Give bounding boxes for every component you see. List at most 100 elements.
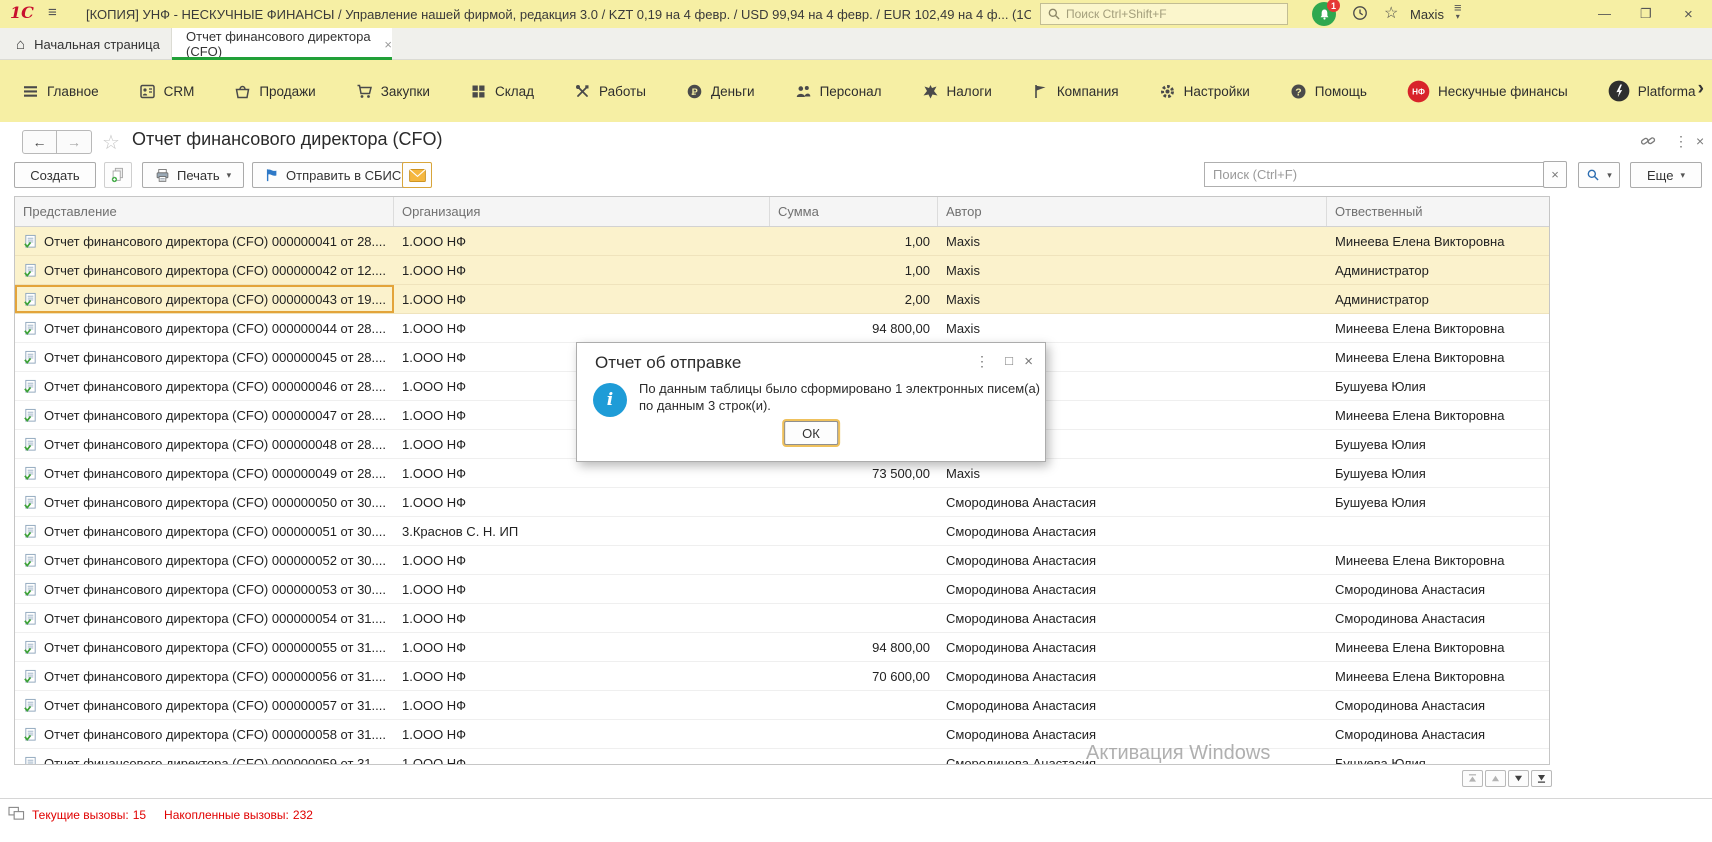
go-previous-button[interactable] — [1485, 770, 1506, 787]
table-row[interactable]: Отчет финансового директора (CFO) 000000… — [15, 749, 1549, 764]
form-close-icon[interactable]: × — [1696, 133, 1704, 149]
tab-cfo-report[interactable]: Отчет финансового директора (CFO) × — [172, 28, 392, 60]
svg-text:Р: Р — [692, 86, 698, 96]
ribbon-item-personnel[interactable]: Персонал — [795, 83, 882, 100]
ribbon-item-sales[interactable]: Продажи — [234, 83, 315, 100]
table-row[interactable]: Отчет финансового директора (CFO) 000000… — [15, 227, 1549, 256]
history-icon[interactable] — [1352, 5, 1368, 21]
ribbon-item-crm[interactable]: CRM — [139, 83, 195, 100]
ribbon-item-company[interactable]: Компания — [1032, 83, 1119, 100]
table-row[interactable]: Отчет финансового директора (CFO) 000000… — [15, 575, 1549, 604]
column-header[interactable]: Отвественный — [1327, 197, 1549, 226]
table-row[interactable]: Отчет финансового директора (CFO) 000000… — [15, 517, 1549, 546]
dialog-maximize-icon[interactable]: □ — [1005, 353, 1013, 368]
money-icon: Р — [686, 83, 703, 100]
service-menu-icon[interactable]: ≡▾ — [1454, 3, 1462, 21]
cell-responsible: Бушуева Юлия — [1327, 372, 1549, 400]
table-row[interactable]: Отчет финансового директора (CFO) 000000… — [15, 633, 1549, 662]
report-doc-icon — [23, 669, 38, 684]
dialog-kebab-icon[interactable]: ⋮ — [975, 353, 989, 370]
tab-close-icon[interactable]: × — [384, 37, 392, 52]
ribbon-item-nf[interactable]: НФНескучные финансы — [1407, 80, 1568, 103]
notifications-button[interactable]: 1 — [1312, 2, 1336, 26]
close-icon[interactable]: × — [1684, 6, 1693, 23]
section-ribbon: Главное CRM Продажи Закупки Склад Работы РДень… — [0, 60, 1712, 122]
column-header[interactable]: Представление — [15, 197, 394, 226]
cell-representation: Отчет финансового директора (CFO) 000000… — [44, 350, 386, 365]
ribbon-item-taxes[interactable]: Налоги — [922, 83, 992, 100]
ribbon-item-main[interactable]: Главное — [22, 83, 99, 100]
cell-representation: Отчет финансового директора (CFO) 000000… — [44, 553, 386, 568]
dialog-close-icon[interactable]: × — [1024, 353, 1033, 370]
ribbon-item-settings[interactable]: Настройки — [1159, 83, 1250, 100]
column-header[interactable]: Сумма — [770, 197, 938, 226]
create-button[interactable]: Создать — [14, 162, 96, 188]
cell-representation: Отчет финансового директора (CFO) 000000… — [44, 437, 386, 452]
search-icon — [1047, 7, 1061, 21]
cell-organization: 1.ООО НФ — [394, 662, 770, 690]
form-kebab-icon[interactable]: ⋮ — [1674, 133, 1688, 150]
cell-organization: 3.Краснов С. Н. ИП — [394, 517, 770, 545]
cell-author: Maxis — [938, 314, 1327, 342]
cell-author: Смородинова Анастасия — [938, 720, 1327, 748]
ribbon-item-works[interactable]: Работы — [574, 83, 646, 100]
sbis-icon — [265, 168, 279, 182]
global-search-input[interactable] — [1066, 7, 1281, 21]
go-last-button[interactable] — [1531, 770, 1552, 787]
tab-home-page[interactable]: ⌂ Начальная страница — [0, 28, 172, 60]
cell-organization: 1.ООО НФ — [394, 720, 770, 748]
ribbon-item-purchases[interactable]: Закупки — [356, 83, 430, 100]
more-button[interactable]: Еще ▾ — [1630, 162, 1702, 188]
info-icon: i — [593, 383, 627, 417]
column-header[interactable]: Автор — [938, 197, 1327, 226]
cell-organization: 1.ООО НФ — [394, 691, 770, 719]
print-button[interactable]: Печать ▾ — [142, 162, 244, 188]
table-row[interactable]: Отчет финансового директора (CFO) 000000… — [15, 256, 1549, 285]
advanced-search-button[interactable]: ▾ — [1578, 162, 1620, 188]
table-row[interactable]: Отчет финансового директора (CFO) 000000… — [15, 314, 1549, 343]
notification-badge: 1 — [1327, 0, 1340, 12]
table-row[interactable]: Отчет финансового директора (CFO) 000000… — [15, 720, 1549, 749]
clear-search-button[interactable]: × — [1543, 161, 1567, 188]
current-user[interactable]: Maxis — [1410, 7, 1444, 22]
cell-organization: 1.ООО НФ — [394, 459, 770, 487]
table-row[interactable]: Отчет финансового директора (CFO) 000000… — [15, 691, 1549, 720]
send-email-button[interactable] — [402, 162, 432, 188]
cell-representation: Отчет финансового директора (CFO) 000000… — [44, 756, 386, 765]
ribbon-item-help[interactable]: ?Помощь — [1290, 83, 1367, 100]
minimize-icon[interactable]: — — [1598, 6, 1611, 21]
cell-responsible: Минеева Елена Викторовна — [1327, 662, 1549, 690]
link-icon[interactable] — [1640, 133, 1656, 149]
cell-representation: Отчет финансового директора (CFO) 000000… — [44, 234, 386, 249]
ribbon-item-platforma[interactable]: Platforma — [1608, 80, 1696, 102]
table-row[interactable]: Отчет финансового директора (CFO) 000000… — [15, 459, 1549, 488]
list-search-input[interactable] — [1204, 162, 1544, 187]
go-first-button[interactable] — [1462, 770, 1483, 787]
column-header[interactable]: Организация — [394, 197, 770, 226]
global-search[interactable] — [1040, 3, 1288, 25]
performance-monitor-icon[interactable] — [8, 806, 25, 821]
table-row[interactable]: Отчет финансового директора (CFO) 000000… — [15, 488, 1549, 517]
restore-icon[interactable]: ❐ — [1640, 6, 1652, 22]
favorite-page-star-icon[interactable]: ☆ — [102, 130, 120, 155]
table-row[interactable]: Отчет финансового директора (CFO) 000000… — [15, 285, 1549, 314]
ribbon-item-money[interactable]: РДеньги — [686, 83, 755, 100]
send-to-sbis-button[interactable]: Отправить в СБИС — [252, 162, 414, 188]
favorites-star-icon[interactable]: ☆ — [1384, 3, 1398, 23]
go-next-button[interactable] — [1508, 770, 1529, 787]
forward-button[interactable]: → — [57, 130, 92, 154]
row-navigation — [1462, 770, 1552, 787]
table-row[interactable]: Отчет финансового директора (CFO) 000000… — [15, 546, 1549, 575]
copy-button[interactable] — [104, 162, 132, 188]
ribbon-overflow-icon[interactable]: › — [1698, 78, 1704, 100]
send-report-dialog: Отчет об отправке ⋮ □ × i По данным табл… — [576, 342, 1046, 462]
ok-button[interactable]: ОК — [784, 421, 838, 445]
table-row[interactable]: Отчет финансового директора (CFO) 000000… — [15, 604, 1549, 633]
main-menu-icon[interactable]: ≡ — [48, 4, 57, 21]
back-button[interactable]: ← — [22, 130, 57, 154]
settings-icon — [1159, 83, 1176, 100]
ribbon-item-warehouse[interactable]: Склад — [470, 83, 534, 100]
cell-sum: 1,00 — [770, 256, 938, 284]
table-row[interactable]: Отчет финансового директора (CFO) 000000… — [15, 662, 1549, 691]
taxes-icon — [922, 83, 939, 100]
